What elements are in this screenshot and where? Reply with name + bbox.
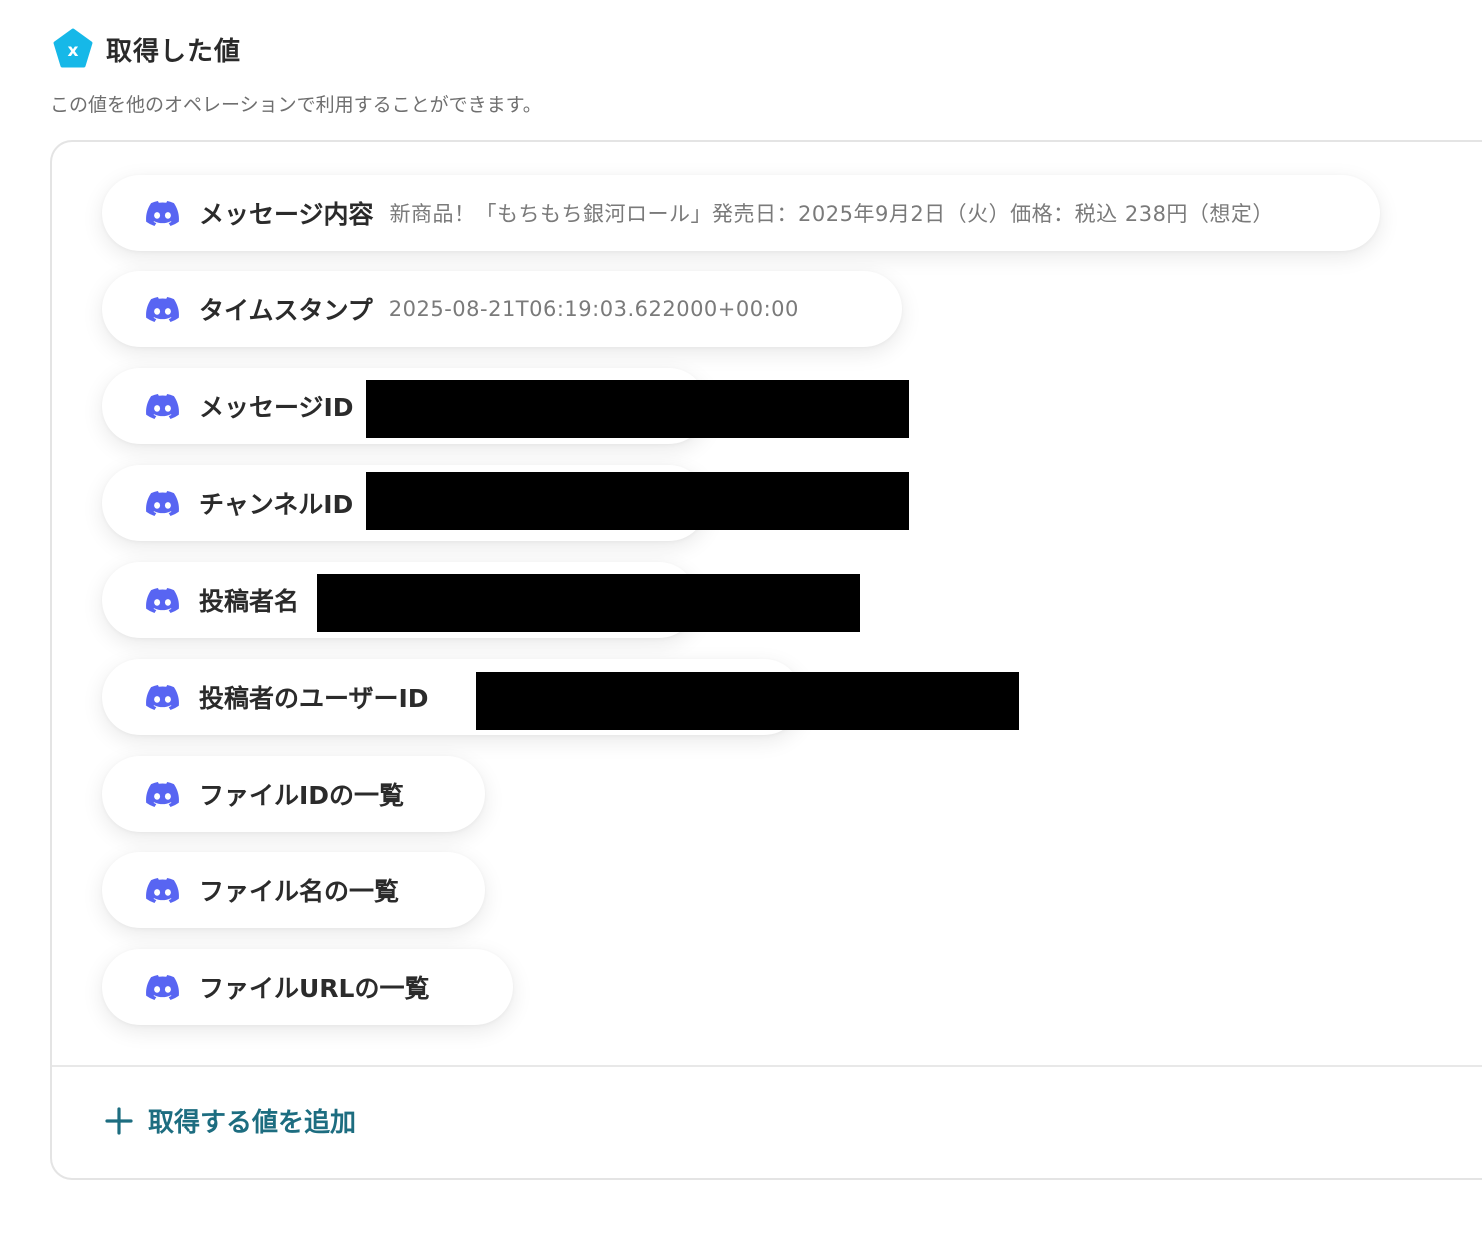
discord-icon (146, 877, 179, 903)
value-chip-label: 投稿者のユーザーID (199, 684, 429, 713)
discord-icon (146, 587, 179, 613)
discord-icon (146, 393, 179, 419)
value-chip-value: 2025-08-21T06:19:03.622000+00:00 (388, 297, 799, 321)
value-chip-label: ファイルURLの一覧 (199, 974, 430, 1003)
discord-icon (146, 684, 179, 710)
redaction-box (476, 672, 1019, 730)
value-chip-label: メッセージ内容 (199, 200, 374, 229)
value-chip-value: 新商品！「もちもち銀河ロール」発売日：2025年9月2日（火）価格：税込 238… (389, 202, 1274, 226)
section-description: この値を他のオペレーションで利用することができます。 (50, 94, 542, 116)
panel-divider (52, 1065, 1482, 1067)
value-chip-timestamp[interactable]: タイムスタンプ 2025-08-21T06:19:03.622000+00:00 (102, 271, 902, 347)
value-chip-file-url-list[interactable]: ファイルURLの一覧 (102, 949, 513, 1025)
add-value-button[interactable]: 取得する値を追加 (104, 1102, 356, 1139)
add-value-label: 取得する値を追加 (148, 1108, 357, 1138)
value-chip-label: 投稿者名 (199, 587, 300, 616)
value-chip-label: ファイル名の一覧 (199, 877, 400, 906)
value-chip-file-id-list[interactable]: ファイルIDの一覧 (102, 756, 485, 832)
section-header: x 取得した値 (52, 28, 241, 70)
redaction-box (366, 380, 909, 438)
discord-icon (146, 490, 179, 516)
discord-icon (146, 296, 179, 322)
plus-icon (105, 1106, 133, 1135)
value-chip-label: チャンネルID (199, 490, 354, 519)
value-chip-file-name-list[interactable]: ファイル名の一覧 (102, 852, 485, 928)
discord-icon (146, 781, 179, 807)
variable-x-icon: x (53, 28, 93, 68)
redaction-box (366, 472, 909, 530)
value-chip-label: メッセージID (199, 393, 354, 422)
svg-text:x: x (68, 41, 79, 61)
discord-icon (146, 974, 179, 1000)
page: x 取得した値 この値を他のオペレーションで利用することができます。 メッセージ… (0, 0, 1482, 1250)
redaction-box (317, 574, 860, 632)
discord-icon (146, 200, 179, 226)
section-title: 取得した値 (106, 36, 242, 67)
value-chip-message-content[interactable]: メッセージ内容 新商品！「もちもち銀河ロール」発売日：2025年9月2日（火）価… (102, 175, 1380, 251)
value-chip-label: ファイルIDの一覧 (199, 781, 405, 810)
value-chip-label: タイムスタンプ (199, 296, 373, 325)
